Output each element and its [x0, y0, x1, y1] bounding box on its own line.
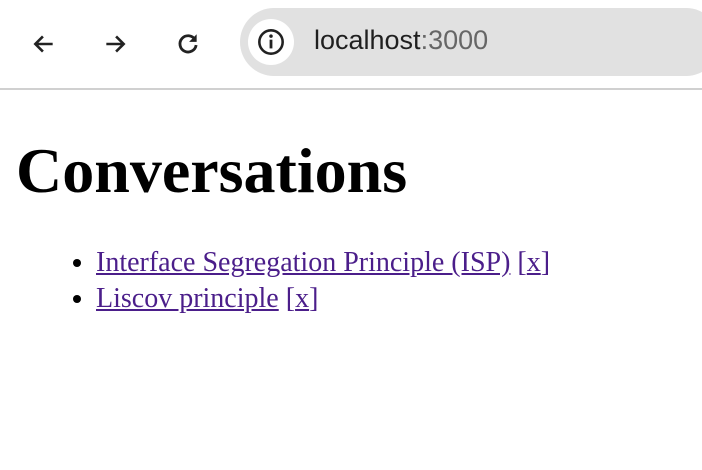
delete-bracket-close: ]	[540, 247, 551, 278]
conversation-item: Interface Segregation Principle (ISP) [x…	[96, 245, 550, 281]
site-info-button[interactable]	[248, 19, 294, 65]
delete-bracket-open: [	[285, 283, 296, 314]
url-port: :3000	[420, 25, 489, 55]
conversation-link[interactable]: Interface Segregation Principle (ISP)	[96, 247, 510, 278]
conversation-link[interactable]: Liscov principle	[96, 283, 279, 314]
arrow-left-icon	[33, 35, 53, 53]
delete-conversation-button[interactable]: x	[295, 283, 309, 314]
address-bar[interactable]: localhost:3000	[240, 8, 702, 76]
conversation-list: Interface Segregation Principle (ISP) [x…	[16, 245, 550, 317]
delete-conversation-button[interactable]: x	[527, 247, 541, 278]
url-text[interactable]: localhost:3000	[314, 25, 488, 56]
reload-icon	[178, 34, 198, 54]
url-host: localhost	[314, 25, 421, 55]
page-title: Conversations	[16, 135, 408, 206]
browser-toolbar: localhost:3000	[0, 0, 702, 90]
reload-button[interactable]	[168, 24, 208, 64]
page-content: Conversations Interface Segregation Prin…	[16, 90, 550, 317]
info-icon	[258, 29, 284, 55]
forward-button[interactable]	[95, 24, 135, 64]
conversation-item: Liscov principle [x]	[96, 281, 550, 317]
delete-bracket-close: ]	[309, 283, 319, 314]
delete-bracket-open: [	[517, 247, 527, 278]
arrow-right-icon	[106, 35, 126, 53]
back-button[interactable]	[24, 24, 64, 64]
